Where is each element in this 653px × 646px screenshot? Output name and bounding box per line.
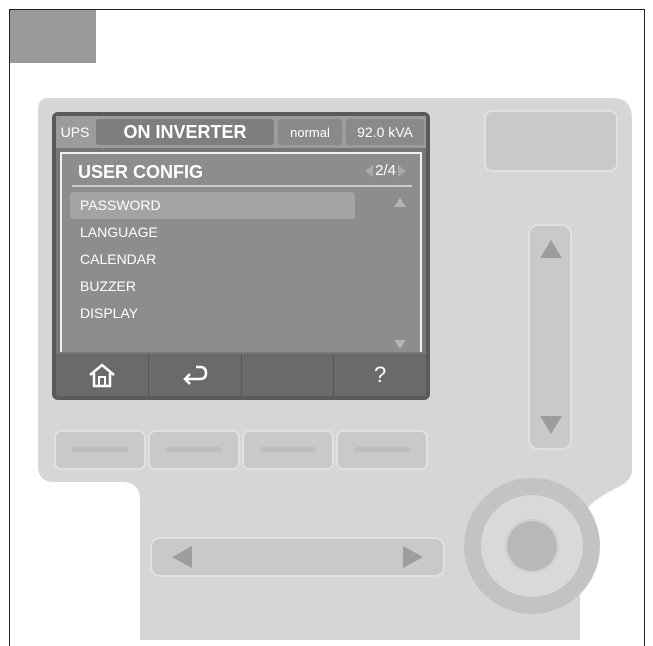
function-key-2[interactable]	[148, 430, 240, 470]
function-key-3[interactable]	[242, 430, 334, 470]
ups-status: ON INVERTER	[96, 119, 274, 145]
power-readout: 92.0 kVA	[346, 119, 424, 145]
menu-title: USER CONFIG	[78, 162, 204, 182]
right-arrow-icon[interactable]	[403, 546, 423, 568]
left-arrow-icon[interactable]	[172, 546, 192, 568]
down-arrow-icon[interactable]	[540, 416, 562, 434]
function-key-4[interactable]	[336, 430, 428, 470]
menu-item-calendar[interactable]: CALENDAR	[70, 246, 355, 273]
menu-item-language[interactable]: LANGUAGE	[70, 219, 355, 246]
vertical-navigation[interactable]	[528, 224, 572, 450]
help-softkey[interactable]: ?	[334, 354, 426, 396]
next-page-icon[interactable]	[398, 164, 406, 177]
back-softkey[interactable]	[149, 354, 242, 396]
user-config-menu: USER CONFIG 2/4 PASSWORD LANGUAGE CALEND…	[60, 152, 422, 352]
softkey-bar: ?	[56, 354, 426, 396]
horizontal-navigation[interactable]	[150, 537, 445, 577]
function-key-1[interactable]	[54, 430, 146, 470]
ups-label: UPS	[60, 124, 90, 140]
menu-item-buzzer[interactable]: BUZZER	[70, 273, 355, 300]
status-bar: UPS ON INVERTER normal 92.0 kVA	[56, 116, 426, 148]
page-number: 2/4	[375, 162, 396, 179]
scroll-up-icon[interactable]	[394, 198, 406, 207]
return-arrow-icon	[182, 365, 207, 385]
up-arrow-icon[interactable]	[540, 240, 562, 258]
menu-list: PASSWORD LANGUAGE CALENDAR BUZZER DISPLA…	[70, 192, 355, 327]
blank-softkey[interactable]	[242, 354, 335, 396]
function-keys	[40, 424, 432, 474]
prev-page-icon[interactable]	[365, 164, 374, 177]
top-right-button[interactable]	[484, 110, 618, 172]
scroll-down-icon[interactable]	[394, 340, 406, 349]
menu-item-password[interactable]: PASSWORD	[70, 192, 355, 219]
menu-item-display[interactable]: DISPLAY	[70, 300, 355, 327]
home-softkey[interactable]	[56, 354, 149, 396]
home-icon	[89, 363, 115, 388]
title-divider	[72, 185, 412, 187]
mode-indicator: normal	[278, 119, 342, 145]
page-indicator: 2/4	[365, 162, 406, 179]
lcd-screen: UPS ON INVERTER normal 92.0 kVA USER CON…	[56, 116, 426, 396]
knob-center-button[interactable]	[505, 519, 559, 573]
